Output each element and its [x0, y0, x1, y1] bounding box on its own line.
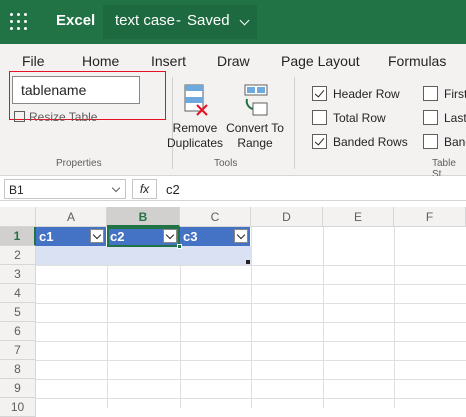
remove-duplicates-label-2: Duplicates [166, 136, 224, 150]
filter-dropdown-icon[interactable] [90, 229, 104, 243]
tab-draw[interactable]: Draw [217, 53, 250, 69]
column-header-e[interactable]: E [323, 207, 394, 227]
gridline [323, 227, 324, 408]
column-header-b[interactable]: B [107, 207, 180, 227]
tab-file[interactable]: File [22, 53, 45, 69]
table-data-row[interactable] [36, 246, 251, 265]
fill-handle[interactable] [177, 244, 182, 249]
row-header-3[interactable]: 3 [0, 265, 36, 284]
first-column-label: First [444, 87, 466, 101]
remove-duplicates-label-1: Remove [172, 121, 218, 135]
banded-columns-label: Band [444, 135, 466, 149]
app-name[interactable]: Excel [56, 12, 95, 29]
tools-group-label: Tools [214, 158, 238, 169]
title-separator: - [176, 12, 181, 29]
save-status: Saved [187, 12, 230, 29]
resize-table-label: Resize Table [29, 110, 98, 124]
select-all-corner[interactable] [0, 207, 36, 227]
row-header-5[interactable]: 5 [0, 303, 36, 322]
header-row-label: Header Row [333, 87, 400, 101]
gridline [251, 227, 252, 408]
column-header-f[interactable]: F [394, 207, 466, 227]
app-launcher-icon[interactable] [8, 10, 32, 34]
row-header-9[interactable]: 9 [0, 379, 36, 398]
spreadsheet-grid[interactable]: A B C D E F 1 2 3 4 5 6 7 8 9 10 c1 c2 c… [0, 207, 466, 417]
table-resize-handle[interactable] [246, 260, 250, 264]
convert-to-range-icon [244, 84, 268, 116]
convert-to-range-button[interactable]: Convert To Range [224, 83, 286, 151]
active-cell-b1[interactable] [107, 227, 180, 247]
row-header-1[interactable]: 1 [0, 227, 36, 246]
properties-group-label: Properties [56, 158, 102, 169]
total-row-label: Total Row [333, 111, 386, 125]
column-header-c[interactable]: C [180, 207, 251, 227]
first-column-checkbox[interactable] [423, 86, 438, 101]
banded-columns-checkbox[interactable] [423, 134, 438, 149]
column-header-d[interactable]: D [251, 207, 323, 227]
remove-duplicates-button[interactable]: Remove Duplicates [166, 83, 224, 151]
formula-input[interactable]: c2 [166, 182, 180, 197]
row-header-6[interactable]: 6 [0, 322, 36, 341]
convert-to-range-label-1: Convert To [226, 121, 284, 135]
total-row-checkbox[interactable] [312, 110, 327, 125]
name-box[interactable]: B1 [4, 179, 126, 199]
row-header-8[interactable]: 8 [0, 360, 36, 379]
last-column-label: Last [444, 111, 466, 125]
tab-home[interactable]: Home [82, 53, 119, 69]
tab-formulas[interactable]: Formulas [388, 53, 446, 69]
remove-duplicates-icon [184, 84, 208, 116]
convert-to-range-label-2: Range [237, 136, 273, 150]
row-header-4[interactable]: 4 [0, 284, 36, 303]
row-header-2[interactable]: 2 [0, 246, 36, 265]
document-title-button[interactable]: text case - Saved [103, 5, 257, 39]
gridline [394, 227, 395, 408]
document-title: text case [115, 12, 176, 29]
banded-rows-label: Banded Rows [333, 135, 408, 149]
chevron-down-icon [239, 15, 250, 26]
column-header-a[interactable]: A [36, 207, 107, 227]
row-header-7[interactable]: 7 [0, 341, 36, 360]
banded-rows-checkbox[interactable] [312, 134, 327, 149]
resize-table-button[interactable]: Resize Table [14, 110, 97, 124]
tab-page-layout[interactable]: Page Layout [281, 53, 360, 69]
tab-insert[interactable]: Insert [151, 53, 186, 69]
title-bar: Excel text case - Saved [0, 0, 466, 44]
resize-table-icon [14, 111, 25, 122]
group-divider [294, 77, 295, 169]
last-column-checkbox[interactable] [423, 110, 438, 125]
header-row-checkbox[interactable] [312, 86, 327, 101]
filter-dropdown-icon[interactable] [234, 229, 248, 243]
insert-function-button[interactable]: fx [132, 179, 157, 199]
